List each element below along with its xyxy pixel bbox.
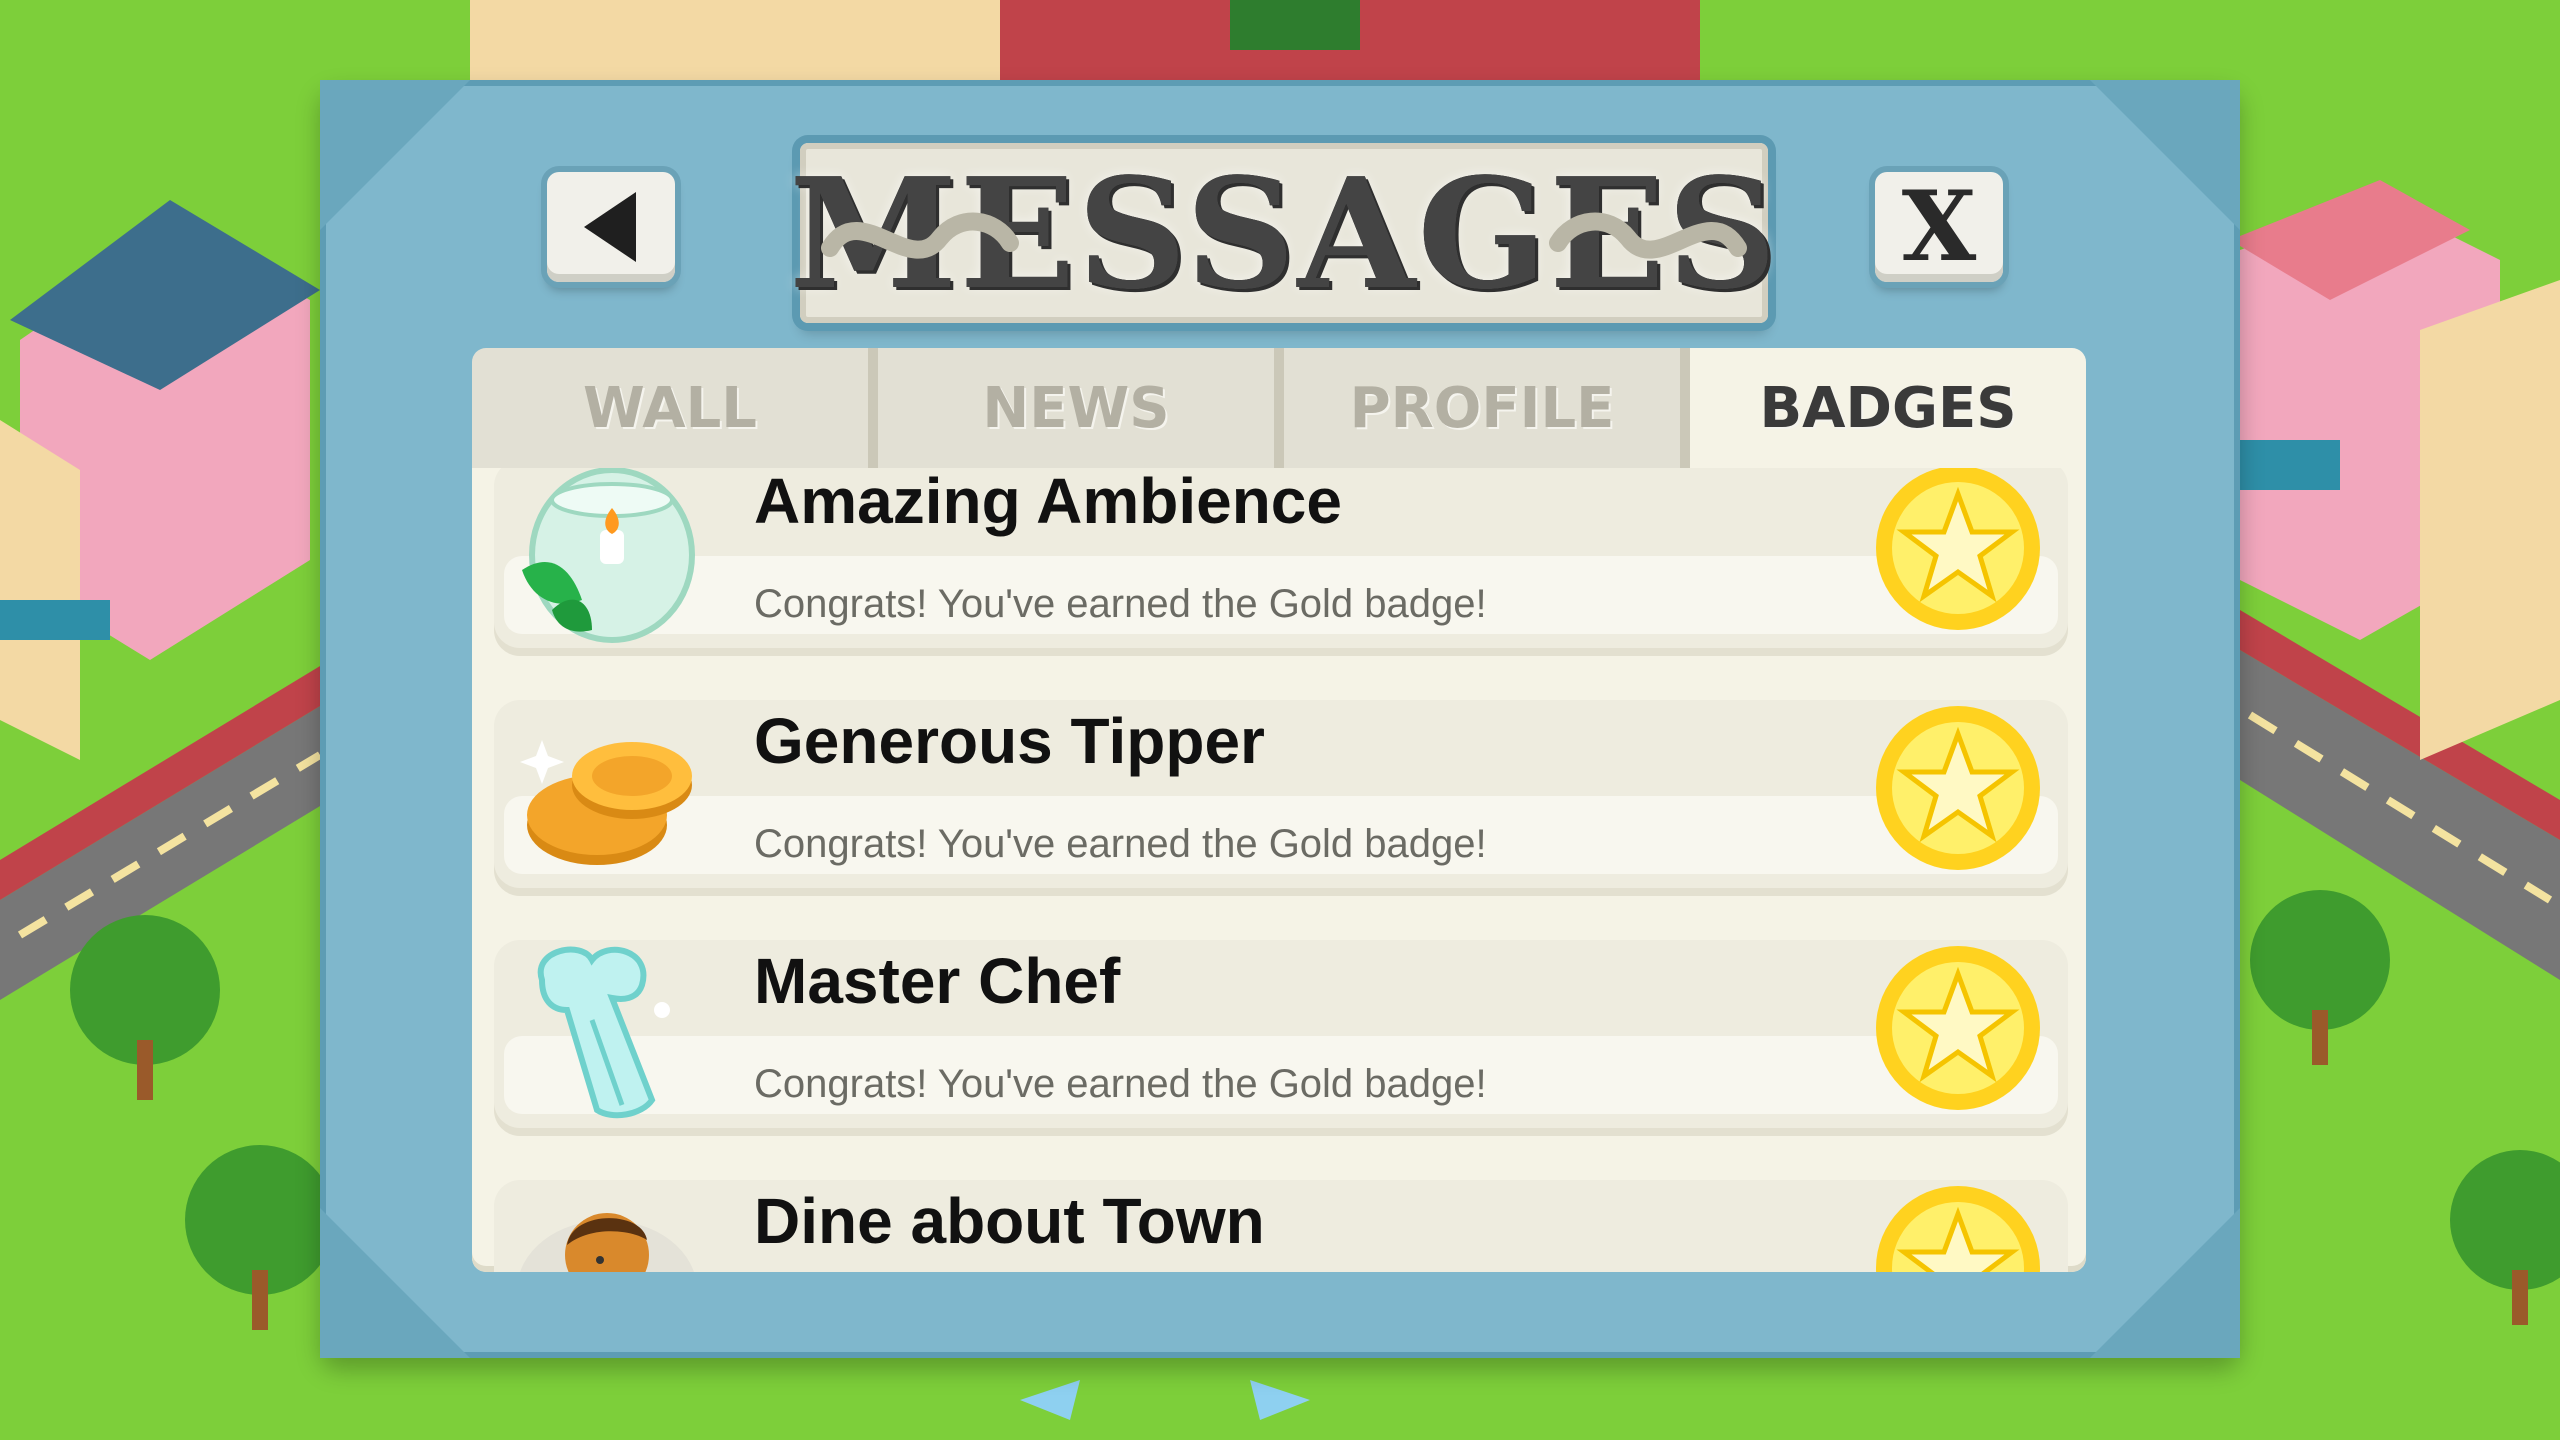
badge-message: Congrats! You've earned the Gold badge!: [754, 822, 1487, 866]
diner-avatar-icon: [520, 1213, 694, 1272]
panel-corner: [2090, 80, 2240, 230]
badge-title: Dine about Town: [754, 1185, 1265, 1257]
gold-star-badge-icon: [1876, 468, 2040, 630]
list-item[interactable]: Generous Tipper Congrats! You've earned …: [494, 700, 2068, 896]
chef-hat-icon: [537, 946, 670, 1119]
badge-title: Amazing Ambience: [754, 468, 1342, 537]
tab-profile[interactable]: PROFILE: [1284, 348, 1690, 468]
close-icon: X: [1901, 170, 1977, 283]
gold-star-badge-icon: [1876, 706, 2040, 870]
panel-corner: [2090, 1208, 2240, 1358]
badge-list[interactable]: Amazing Ambience Congrats! You've earned…: [472, 468, 2086, 1272]
badge-message: Congrats! You've earned the Gold badge!: [754, 1062, 1487, 1106]
tab-bar: WALL NEWS PROFILE BADGES: [472, 348, 2086, 468]
flourish-left-icon: [821, 212, 1019, 259]
tab-news[interactable]: NEWS: [878, 348, 1284, 468]
badge-message: Congrats! You've earned the Gold badge!: [754, 582, 1487, 626]
coins-icon: [520, 740, 692, 865]
list-item[interactable]: Amazing Ambience Congrats! You've earned…: [494, 468, 2068, 656]
badge-title: Master Chef: [754, 945, 1121, 1017]
tab-badges[interactable]: BADGES: [1690, 348, 2086, 468]
back-button[interactable]: [547, 172, 675, 282]
list-item[interactable]: Master Chef Congrats! You've earned the …: [494, 940, 2068, 1136]
gold-star-badge-icon: [1876, 1186, 2040, 1272]
badge-title: Generous Tipper: [754, 705, 1265, 777]
gold-star-badge-icon: [1876, 946, 2040, 1110]
tab-wall[interactable]: WALL: [472, 348, 878, 468]
candle-bowl-icon: [522, 468, 695, 643]
list-item[interactable]: Dine about Town: [494, 1180, 2068, 1272]
panel-corner: [320, 80, 470, 230]
flourish-right-icon: [1549, 212, 1747, 259]
title-banner: MESSAGES: [789, 143, 1777, 323]
back-arrow-icon: [584, 192, 636, 262]
close-button[interactable]: X: [1875, 172, 2003, 282]
panel-corner: [320, 1208, 470, 1358]
